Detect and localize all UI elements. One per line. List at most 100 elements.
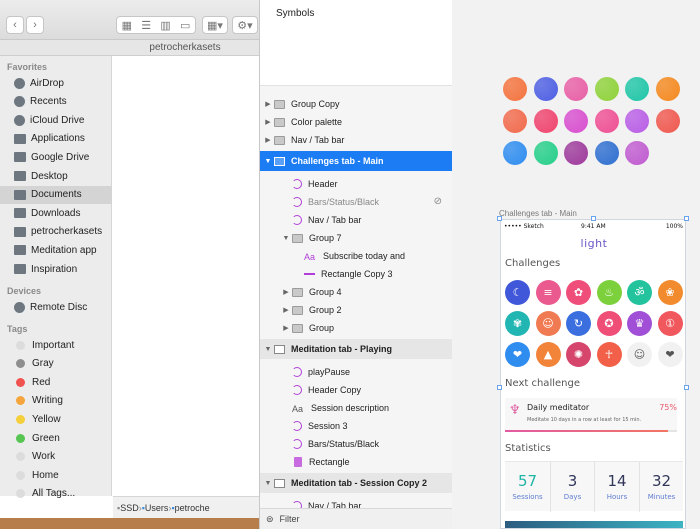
layer-row[interactable]: ▶ Nav / Tab bar: [260, 131, 452, 149]
gradient-swatch[interactable]: [625, 77, 649, 101]
sidebar-item[interactable]: Applications: [0, 130, 112, 148]
om-icon[interactable]: ॐ: [627, 280, 652, 305]
layer-row[interactable]: Header: [260, 175, 452, 193]
moon-icon[interactable]: ☾: [505, 280, 530, 305]
artboard-layer[interactable]: ▼ Meditation tab - Session Copy 2: [260, 473, 452, 493]
disclosure-closed-icon[interactable]: ▶: [264, 100, 272, 108]
sidebar-tag[interactable]: Important: [0, 336, 112, 354]
layer-row[interactable]: ▶ Group 2: [260, 301, 452, 319]
sidebar-tag[interactable]: All Tags...: [0, 485, 112, 503]
gradient-swatch[interactable]: [533, 141, 558, 165]
gradient-swatch[interactable]: [564, 141, 588, 165]
number-one-icon[interactable]: ①: [657, 311, 683, 336]
gradient-swatch[interactable]: [533, 77, 558, 101]
yoga-icon[interactable]: ☥: [596, 342, 622, 367]
sidebar-item[interactable]: Remote Disc: [0, 298, 112, 316]
refresh-icon[interactable]: ↻: [566, 311, 591, 336]
resize-handle[interactable]: [684, 385, 689, 390]
icon-view-icon[interactable]: ▦: [122, 19, 132, 32]
group-button[interactable]: ▦▾: [202, 16, 228, 34]
path-segment[interactable]: Users: [145, 503, 169, 513]
forward-button[interactable]: ›: [26, 16, 44, 34]
sidebar-tag[interactable]: Home: [0, 466, 112, 484]
sidebar-tag[interactable]: Writing: [0, 392, 112, 410]
layer-row[interactable]: Bars/Status/Black: [260, 435, 452, 453]
sidebar-item[interactable]: AirDrop: [0, 74, 112, 92]
sidebar-item[interactable]: Desktop: [0, 167, 112, 185]
layer-row[interactable]: ▶ Group 4: [260, 283, 452, 301]
sidebar-tag[interactable]: Work: [0, 448, 112, 466]
layer-row[interactable]: playPause: [260, 363, 452, 381]
eye-hidden-icon[interactable]: ⊘: [434, 196, 442, 207]
layer-row[interactable]: Rectangle: [260, 453, 452, 471]
gradient-swatch[interactable]: [564, 77, 588, 101]
layer-row[interactable]: Bars/Status/Black: [260, 193, 452, 211]
gradient-swatch[interactable]: [503, 77, 527, 101]
layer-row[interactable]: Aa Session description: [260, 399, 452, 417]
back-button[interactable]: ‹: [6, 16, 24, 34]
challenges-artboard[interactable]: ••••• Sketch 9:41 AM 100% light Challeng…: [500, 219, 686, 529]
lotus-badge-icon[interactable]: ✿: [566, 280, 591, 305]
disclosure-open-icon[interactable]: ▼: [264, 480, 272, 487]
meditator-icon[interactable]: ☺: [535, 311, 561, 336]
disclosure-closed-icon[interactable]: ▶: [282, 324, 290, 332]
gradient-swatch[interactable]: [594, 77, 619, 101]
dreamcatcher-icon[interactable]: ✺: [566, 342, 591, 367]
disclosure-open-icon[interactable]: ▼: [282, 235, 290, 242]
gradient-swatch[interactable]: [655, 77, 680, 101]
layer-row[interactable]: ▶ Color palette: [260, 113, 452, 131]
sidebar-item[interactable]: iCloud Drive: [0, 111, 112, 129]
crown-icon[interactable]: ♛: [627, 311, 652, 336]
artboard-layer[interactable]: ▼ Meditation tab - Playing: [260, 339, 452, 359]
candle-icon[interactable]: ♨: [596, 280, 622, 305]
sidebar-tag[interactable]: Green: [0, 429, 112, 447]
sketch-canvas[interactable]: Challenges tab - Main ••••• Sketch 9:41 …: [452, 0, 700, 529]
flower-icon[interactable]: ❀: [657, 280, 683, 305]
path-segment[interactable]: petroche: [175, 503, 210, 513]
sidebar-item[interactable]: Downloads: [0, 204, 112, 222]
gradient-swatch[interactable]: [594, 141, 619, 165]
column-view-icon[interactable]: ▥: [160, 19, 170, 32]
meditator-gray-icon[interactable]: ☺: [627, 342, 652, 367]
symbols-page[interactable]: Symbols: [260, 0, 452, 86]
gradient-swatch[interactable]: [594, 109, 619, 133]
sidebar-item[interactable]: Google Drive: [0, 148, 112, 166]
sidebar-item[interactable]: Recents: [0, 93, 112, 111]
disclosure-open-icon[interactable]: ▼: [264, 158, 272, 165]
hand-heart-icon[interactable]: ❤: [657, 342, 683, 367]
sidebar-tag[interactable]: Red: [0, 373, 112, 391]
layer-row[interactable]: Aa Subscribe today and: [260, 247, 452, 265]
path-segment[interactable]: SSD: [120, 503, 139, 513]
lotus-icon[interactable]: ✾: [505, 311, 530, 336]
gradient-swatch[interactable]: [625, 141, 649, 165]
disclosure-closed-icon[interactable]: ▶: [264, 118, 272, 126]
artboard-label[interactable]: Challenges tab - Main: [499, 209, 577, 218]
disclosure-closed-icon[interactable]: ▶: [282, 306, 290, 314]
sidebar-item[interactable]: Documents: [0, 185, 112, 204]
disclosure-closed-icon[interactable]: ▶: [282, 288, 290, 296]
gradient-swatch[interactable]: [625, 109, 649, 133]
gallery-view-icon[interactable]: ▭: [180, 19, 190, 32]
gradient-swatch[interactable]: [564, 109, 588, 133]
sidebar-item[interactable]: Inspiration: [0, 260, 112, 278]
stones-icon[interactable]: ≡: [535, 280, 561, 305]
gradient-swatch[interactable]: [533, 109, 558, 133]
layer-row[interactable]: Nav / Tab bar: [260, 211, 452, 229]
disclosure-open-icon[interactable]: ▼: [264, 346, 272, 353]
finder-content[interactable]: [113, 56, 259, 496]
sidebar-tag[interactable]: Gray: [0, 355, 112, 373]
sidebar-item[interactable]: Meditation app: [0, 241, 112, 259]
action-button[interactable]: ⚙▾: [232, 16, 258, 34]
layer-row[interactable]: Rectangle Copy 3: [260, 265, 452, 283]
resize-handle[interactable]: [497, 216, 502, 221]
layer-row[interactable]: ▶ Group Copy: [260, 95, 452, 113]
layer-row[interactable]: Session 3: [260, 417, 452, 435]
mountain-icon[interactable]: ▲: [535, 342, 561, 367]
sidebar-tag[interactable]: Yellow: [0, 410, 112, 428]
view-mode-control[interactable]: ▦ ☰ ▥ ▭: [116, 16, 196, 34]
sidebar-item[interactable]: petrocherkasets: [0, 223, 112, 241]
resize-handle[interactable]: [684, 216, 689, 221]
filter-bar[interactable]: ⊜ Filter: [260, 508, 452, 529]
layer-row[interactable]: Header Copy: [260, 381, 452, 399]
disclosure-closed-icon[interactable]: ▶: [264, 136, 272, 144]
